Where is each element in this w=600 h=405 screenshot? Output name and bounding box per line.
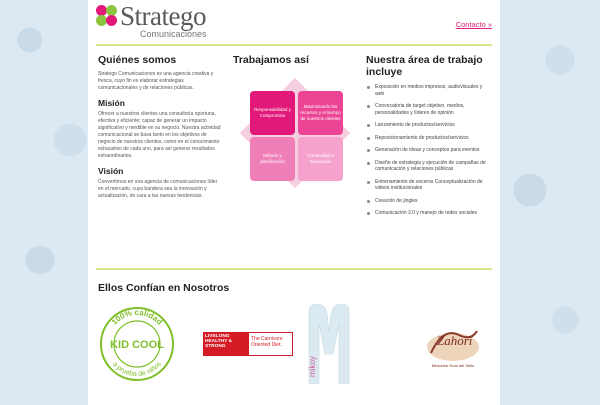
workflow-box-resources: Maximizando los recursos y el tiempo de … (298, 91, 343, 135)
workflow-box-method: Método y planificación (250, 137, 295, 181)
mission-text: Ofrecer a nuestros clientes una consulto… (98, 111, 221, 159)
mikoy-logo[interactable]: mikoy (305, 302, 353, 385)
flower-icon (96, 5, 118, 27)
kidcool-logo[interactable]: 100% calidad KID COOL a prueba de niños (98, 305, 176, 383)
list-item: Comunicación 2.0 y manejo de redes socia… (366, 210, 492, 217)
list-item: Lanzamiento de productos/servicios (366, 122, 492, 129)
list-item: Exposición en medios impresos, audiovisu… (366, 84, 492, 97)
stratego-logo[interactable]: Stratego Comunicaciones (96, 1, 226, 41)
workflow-diagram: Responsabilidad y Compromiso Maximizando… (235, 76, 355, 192)
work-area-list: Exposición en medios impresos, audiovisu… (366, 84, 492, 217)
clients-title: Ellos Confían en Nosotros (98, 282, 230, 294)
page: Stratego Comunicaciones Contacto » Quién… (88, 0, 500, 405)
kidcool-top-text: 100% calidad (110, 308, 164, 327)
workflow-column: Trabajamos así Responsabilidad y Comprom… (233, 54, 353, 192)
vision-title: Visión (98, 166, 124, 176)
logo-subtitle: Comunicaciones (140, 29, 207, 39)
clients-section: Ellos Confían en Nosotros 100% calidad K… (88, 270, 500, 405)
list-item: Entrenamiento de voceros Conceptualizaci… (366, 179, 492, 192)
livelong-logo[interactable]: LIVELONG HEALTHY & STRONG The Carnivore … (203, 332, 293, 356)
kidcool-name: KID COOL (110, 339, 164, 351)
header: Stratego Comunicaciones Contacto » (88, 0, 500, 44)
list-item: Diseño de estrategia y ejecución de camp… (366, 160, 492, 173)
zahori-text: Zahorí (437, 333, 474, 348)
contact-link[interactable]: Contacto » (456, 20, 492, 29)
mission-title: Misión (98, 98, 125, 108)
zahori-logo[interactable]: Zahorí Mesones Guía del Sello (413, 315, 493, 375)
list-item: Generación de ideas y conceptos para eve… (366, 147, 492, 154)
about-text: Stratego Comunicaciones es una agencia c… (98, 71, 214, 91)
livelong-tagline: The Carnivore Oriented Diet. (248, 332, 293, 356)
work-area-column: Nuestra área de trabajo incluye Exposici… (366, 54, 492, 223)
work-area-title: Nuestra área de trabajo incluye (366, 54, 483, 78)
list-item: Reposicionamiento de productos/servicios (366, 135, 492, 142)
list-item: Creación de jingles (366, 198, 492, 205)
list-item: Convocatoria de target objetivo, medios,… (366, 103, 492, 116)
workflow-box-responsibility: Responsabilidad y Compromiso (250, 91, 295, 135)
content-columns: Quiénes somos Stratego Comunicaciones es… (88, 46, 500, 268)
logo-wordmark: Stratego (120, 1, 206, 31)
vision-text: Convertirnos en una agencia de comunicac… (98, 179, 218, 199)
workflow-title: Trabajamos así (233, 54, 309, 66)
zahori-subtitle: Mesones Guía del Sello (432, 363, 475, 368)
about-column: Quiénes somos Stratego Comunicaciones es… (98, 54, 222, 200)
livelong-mark: LIVELONG HEALTHY & STRONG (203, 332, 248, 356)
mikoy-text: mikoy (308, 356, 317, 377)
workflow-box-creativity: Creatividad e Innovación (298, 137, 343, 181)
svg-text:100% calidad: 100% calidad (110, 308, 164, 327)
about-title: Quiénes somos (98, 54, 177, 66)
